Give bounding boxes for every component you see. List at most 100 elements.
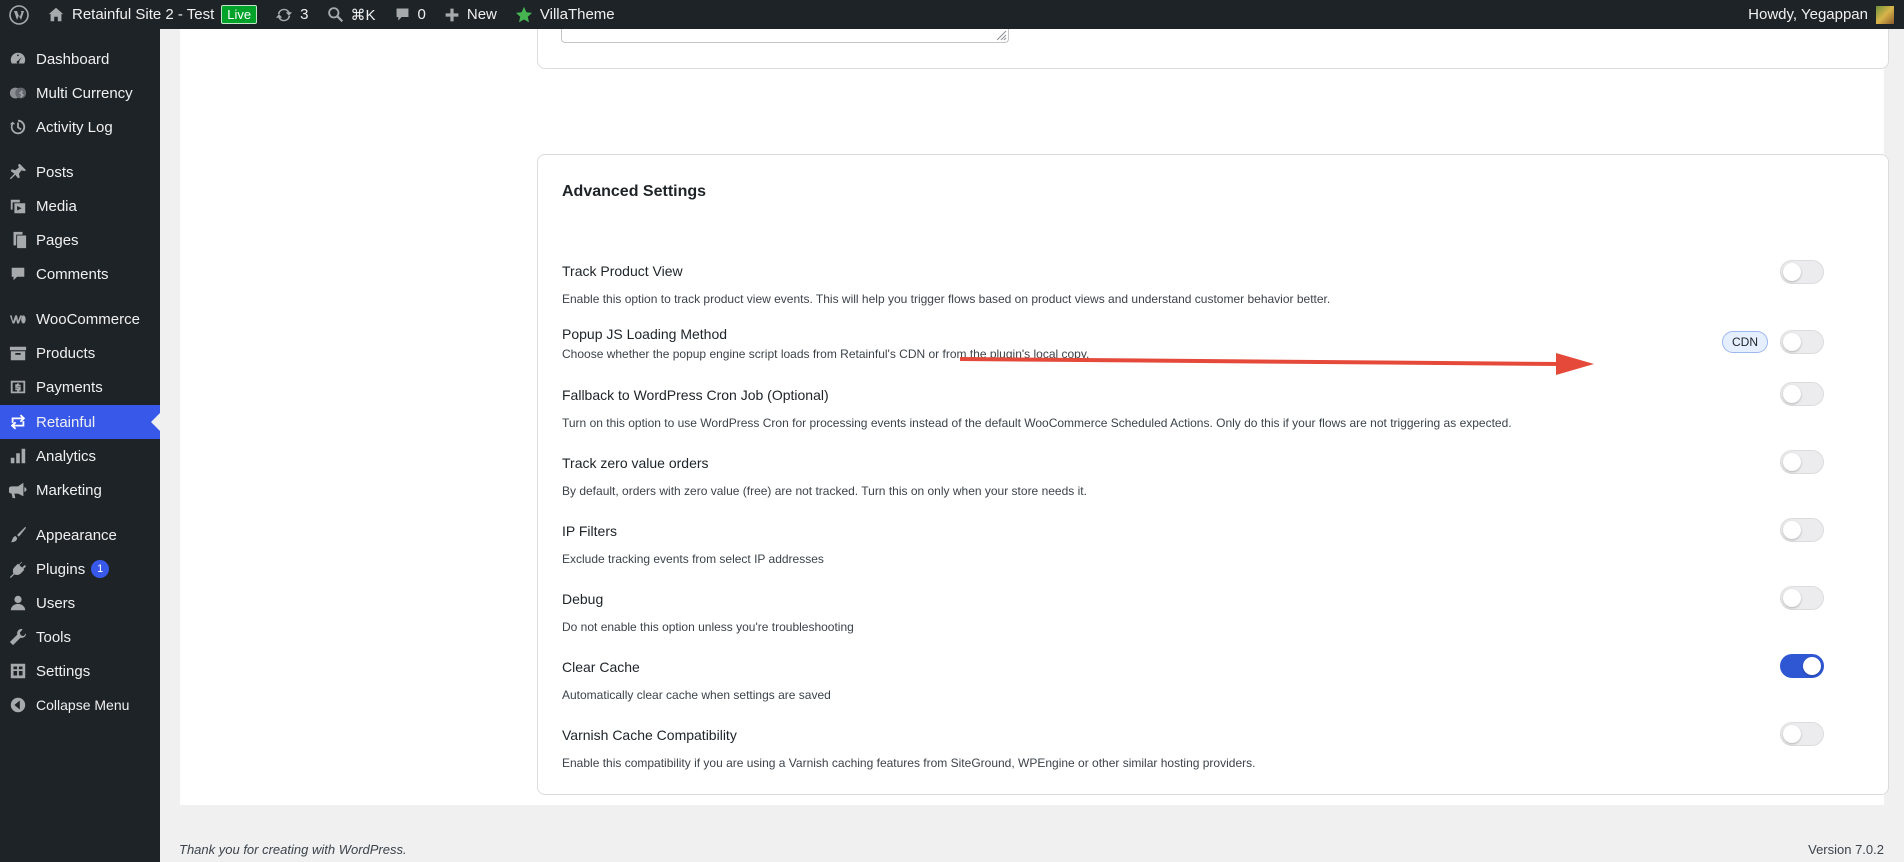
sidebar-item-payments[interactable]: Payments — [0, 370, 160, 404]
setting-desc-track-product-view: Enable this option to track product view… — [562, 292, 1331, 306]
toggle-debug[interactable] — [1780, 586, 1824, 610]
sidebar-item-label: Posts — [36, 163, 74, 181]
annotation-arrow — [960, 353, 1594, 375]
setting-desc-track-zero-value-orders: By default, orders with zero value (free… — [562, 484, 1087, 498]
setting-label-track-product-view: Track Product View — [562, 263, 683, 279]
megaphone-icon — [9, 482, 27, 499]
sidebar-item-label: Pages — [36, 231, 79, 249]
command-palette-link[interactable]: ⌘K — [318, 0, 385, 29]
updates-icon — [276, 8, 293, 21]
setting-label-fallback-cron: Fallback to WordPress Cron Job (Optional… — [562, 387, 829, 403]
toggle-clear-cache[interactable] — [1780, 654, 1824, 678]
sidebar-item-label: Tools — [36, 628, 72, 646]
sidebar-item-label: Products — [36, 344, 96, 362]
settings-icon — [10, 663, 26, 679]
villatheme-label: VillaTheme — [539, 6, 615, 23]
home-icon — [48, 7, 64, 21]
updates-count: 3 — [300, 6, 309, 23]
updates-link[interactable]: 3 — [266, 0, 317, 29]
new-content-link[interactable]: New — [435, 0, 506, 29]
new-label: New — [466, 6, 497, 23]
cdn-badge: CDN — [1722, 331, 1768, 353]
content-wrap: Advanced Settings Track Product View Ena… — [180, 29, 1889, 805]
sidebar-item-tools[interactable]: Tools — [0, 620, 160, 654]
sidebar-item-comments[interactable]: Comments — [0, 257, 160, 291]
sidebar-item-posts[interactable]: Posts — [0, 155, 160, 189]
sidebar-item-retainful[interactable]: Retainful — [0, 405, 160, 439]
toggle-varnish-cache[interactable] — [1780, 722, 1824, 746]
woocommerce-icon — [9, 315, 26, 324]
sidebar-item-label: Analytics — [36, 447, 97, 465]
wordpress-logo[interactable] — [0, 0, 38, 29]
admin-sidebar: Dashboard $ Multi Currency Activity Log … — [0, 29, 160, 862]
sidebar-item-label: Media — [36, 197, 77, 215]
admin-bar: Retainful Site 2 - Test Live 3 ⌘K 0 New … — [0, 0, 1904, 29]
sidebar-item-media[interactable]: Media — [0, 189, 160, 223]
sidebar-collapse-menu[interactable]: Collapse Menu — [0, 688, 160, 722]
sidebar-item-label: Marketing — [36, 481, 102, 499]
comments-link[interactable]: 0 — [385, 0, 435, 29]
sidebar-item-label: Plugins — [36, 560, 86, 578]
live-badge: Live — [221, 5, 258, 24]
analytics-icon — [10, 448, 26, 464]
plus-icon — [445, 8, 459, 21]
sidebar-item-plugins[interactable]: Plugins 1 — [0, 552, 160, 586]
sidebar-item-label: Activity Log — [36, 118, 113, 136]
toggle-ip-filters[interactable] — [1780, 518, 1824, 542]
sidebar-item-label: Users — [36, 594, 76, 612]
wordpress-icon — [9, 4, 29, 25]
user-icon — [10, 595, 26, 611]
sidebar-item-label: Payments — [36, 378, 103, 396]
pin-icon — [9, 163, 27, 180]
activity-log-icon — [9, 119, 26, 135]
sidebar-item-analytics[interactable]: Analytics — [0, 439, 160, 473]
comments-count: 0 — [417, 6, 426, 23]
archive-icon — [9, 346, 27, 361]
sidebar-item-activity-log[interactable]: Activity Log — [0, 110, 160, 144]
sidebar-item-multi-currency[interactable]: $ Multi Currency — [0, 76, 160, 110]
section-title: Advanced Settings — [562, 183, 707, 200]
resize-handle-icon[interactable] — [995, 31, 1007, 41]
site-name-link[interactable]: Retainful Site 2 - Test Live — [38, 0, 266, 29]
sidebar-item-label: Retainful — [36, 413, 96, 431]
sidebar-item-dashboard[interactable]: Dashboard — [0, 42, 160, 76]
sidebar-item-settings[interactable]: Settings — [0, 654, 160, 688]
sidebar-item-appearance[interactable]: Appearance — [0, 518, 160, 552]
svg-text:$: $ — [19, 89, 24, 99]
avatar — [1876, 5, 1894, 24]
footer-thanks: Thank you for creating with WordPress. — [179, 842, 407, 857]
footer-version: Version 7.0.2 — [1808, 842, 1884, 857]
setting-label-varnish-cache: Varnish Cache Compatibility — [562, 727, 737, 743]
sidebar-item-pages[interactable]: Pages — [0, 223, 160, 257]
sidebar-item-products[interactable]: Products — [0, 336, 160, 370]
setting-desc-debug: Do not enable this option unless you're … — [562, 620, 854, 634]
plugin-icon — [9, 560, 27, 578]
search-icon — [327, 7, 343, 23]
textarea-field[interactable] — [561, 29, 1009, 43]
sidebar-item-label: WooCommerce — [36, 310, 140, 328]
sidebar-item-woocommerce[interactable]: WooCommerce — [0, 302, 160, 336]
sidebar-item-users[interactable]: Users — [0, 586, 160, 620]
toggle-track-product-view[interactable] — [1780, 260, 1824, 284]
sidebar-item-label: Multi Currency — [36, 84, 133, 102]
setting-desc-varnish-cache: Enable this compatibility if you are usi… — [562, 756, 1256, 770]
howdy-label: Howdy, Yegappan — [1748, 6, 1868, 23]
sidebar-item-marketing[interactable]: Marketing — [0, 473, 160, 507]
sidebar-item-label: Collapse Menu — [36, 697, 130, 713]
toggle-fallback-cron[interactable] — [1780, 382, 1824, 406]
currency-icon: $ — [9, 87, 27, 99]
villatheme-link[interactable]: VillaTheme — [506, 0, 624, 29]
star-icon — [515, 6, 532, 22]
toggle-popup-js-loading[interactable] — [1780, 330, 1824, 354]
toggle-track-zero-value-orders[interactable] — [1780, 450, 1824, 474]
my-account[interactable]: Howdy, Yegappan — [1748, 5, 1904, 24]
payments-icon — [10, 380, 26, 394]
sidebar-item-label: Dashboard — [36, 50, 110, 68]
search-shortcut: ⌘K — [350, 6, 376, 24]
pages-icon — [13, 231, 27, 249]
wrench-icon — [9, 628, 27, 646]
advanced-settings-card: Advanced Settings Track Product View Ena… — [537, 154, 1889, 795]
brush-icon — [10, 526, 27, 543]
setting-label-ip-filters: IP Filters — [562, 523, 617, 539]
setting-desc-fallback-cron: Turn on this option to use WordPress Cro… — [562, 416, 1512, 430]
